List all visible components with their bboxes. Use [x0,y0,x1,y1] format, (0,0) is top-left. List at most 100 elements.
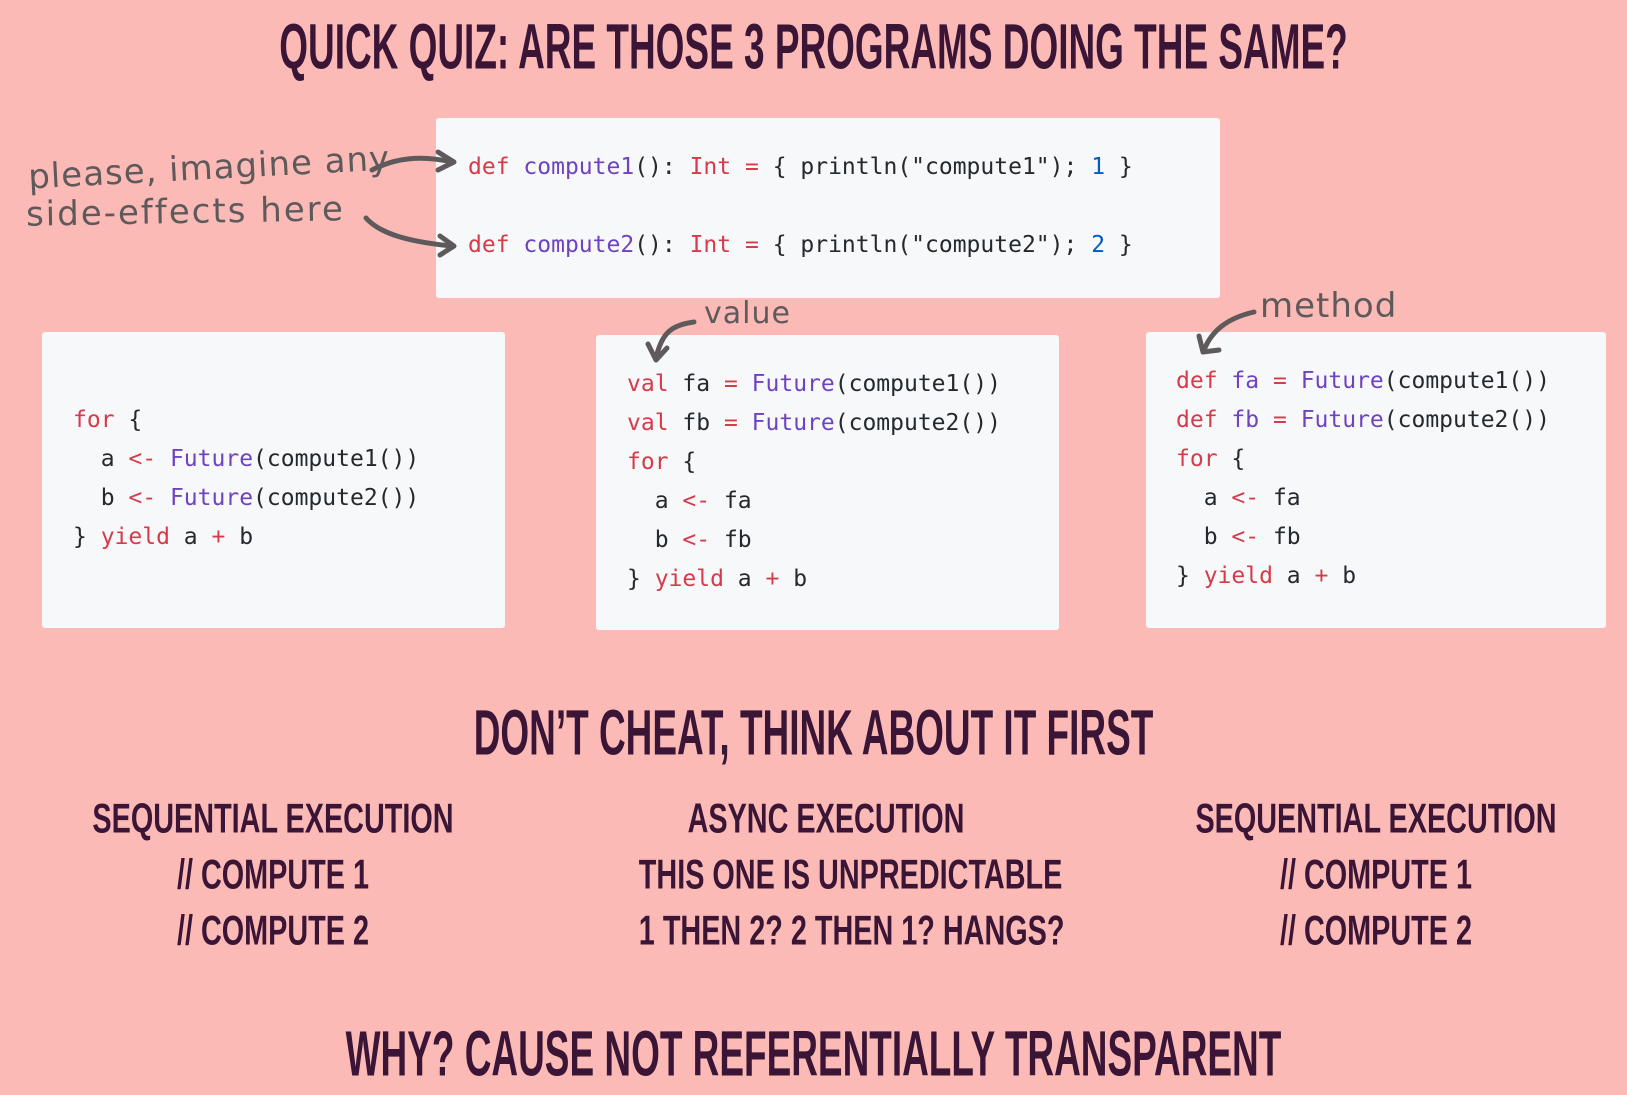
code-line: a <- fa [627,482,1001,521]
answer-2-line3: 1 THEN 2? 2 THEN 1? HANGS? [638,907,1065,955]
code-token: = [1272,407,1287,433]
code-token: 2 [1091,232,1106,258]
answer-1-line3: // COMPUTE 2 [176,907,370,955]
code-token: compute1 [523,154,635,180]
code-token: for [1176,446,1218,472]
code-token: } [1176,563,1204,589]
code-line: for { [627,443,1001,482]
code-line: a <- Future(compute1()) [73,440,420,479]
code-token: b [627,527,683,553]
code-token: = [723,410,738,436]
code-token: (compute1()) [253,446,420,472]
code-token: fa [668,371,724,397]
code-token: <- [128,485,157,511]
code-token: Future [751,371,835,397]
code-token: + [765,566,780,592]
code-token: { println("compute2"); [758,232,1092,258]
code-token: yield [1203,563,1273,589]
code-token: (compute1()) [1383,368,1550,394]
code-line: b <- fb [627,521,1001,560]
code-token: + [211,524,226,550]
answer-3-line2: // COMPUTE 1 [1279,851,1473,899]
code-token: fb [710,527,752,553]
code-line: val fa = Future(compute1()) [627,365,1001,404]
code-line: def fb = Future(compute2()) [1176,401,1550,440]
code-token: b [779,566,808,592]
code-token: Future [169,485,254,511]
code-token: Future [1300,407,1384,433]
answer-2-line1: ASYNC EXECUTION [687,795,965,843]
method-annotation: method [1260,286,1398,326]
code-token: } [73,524,101,550]
side-effects-note-line2: side-effects here [25,189,346,235]
code-token: a [723,566,766,592]
definitions-code: def compute1(): Int = { println("compute… [468,148,1133,265]
code-token: <- [1231,485,1260,511]
code-token: (compute2()) [253,485,420,511]
code-line: def fa = Future(compute1()) [1176,362,1550,401]
code-token: Future [751,410,835,436]
code-token: b [225,524,254,550]
code-token: def [1176,368,1218,394]
code-token: = [1272,368,1287,394]
program-2-code: val fa = Future(compute1()) val fb = Futu… [627,365,1001,599]
code-token: for [627,449,669,475]
code-token: (compute2()) [834,410,1001,436]
answer-3-line1: SEQUENTIAL EXECUTION [1195,795,1557,843]
code-token: 1 [1091,154,1106,180]
code-line: for { [1176,440,1550,479]
code-token: a [73,446,129,472]
code-token: for [73,407,115,433]
code-token: val [627,371,669,397]
answer-1: SEQUENTIAL EXECUTION // COMPUTE 1 // COM… [13,791,533,959]
code-token: } [1105,154,1133,180]
code-token: fa [1259,485,1301,511]
code-token: (): [634,154,690,180]
value-annotation: value [704,296,791,331]
code-token: Future [1300,368,1384,394]
code-token: { [668,449,697,475]
code-token: { [114,407,143,433]
code-token: b [73,485,129,511]
code-token: def [468,232,510,258]
conclusion-heading: WHY? CAUSE NOT REFERENTIALLY TRANSPARENT [345,1017,1282,1090]
program-2-code-block: val fa = Future(compute1()) val fb = Futu… [596,335,1059,630]
code-token: compute2 [523,232,635,258]
code-line: } yield a + b [1176,557,1550,596]
code-token: <- [682,488,711,514]
code-token: = [744,154,759,180]
code-token: yield [100,524,170,550]
answer-1-line2: // COMPUTE 1 [176,851,370,899]
code-token: + [1314,563,1329,589]
code-token: <- [682,527,711,553]
code-token: b [1328,563,1357,589]
code-token: (compute2()) [1383,407,1550,433]
code-token: b [1176,524,1232,550]
answer-2-line2: THIS ONE IS UNPREDICTABLE [638,851,1063,899]
code-line: } yield a + b [627,560,1001,599]
code-token: fb [1259,524,1301,550]
program-1-code-block: for { a <- Future(compute1()) b <- Futur… [42,332,505,628]
code-token: { [1217,446,1246,472]
code-token: fa [1231,368,1260,394]
code-line: for { [73,401,419,440]
code-token: (compute1()) [834,371,1001,397]
code-line: def compute1(): Int = { println("compute… [468,148,1133,187]
code-line: b <- fb [1176,518,1550,557]
code-token: Future [169,446,254,472]
code-token: def [468,154,510,180]
